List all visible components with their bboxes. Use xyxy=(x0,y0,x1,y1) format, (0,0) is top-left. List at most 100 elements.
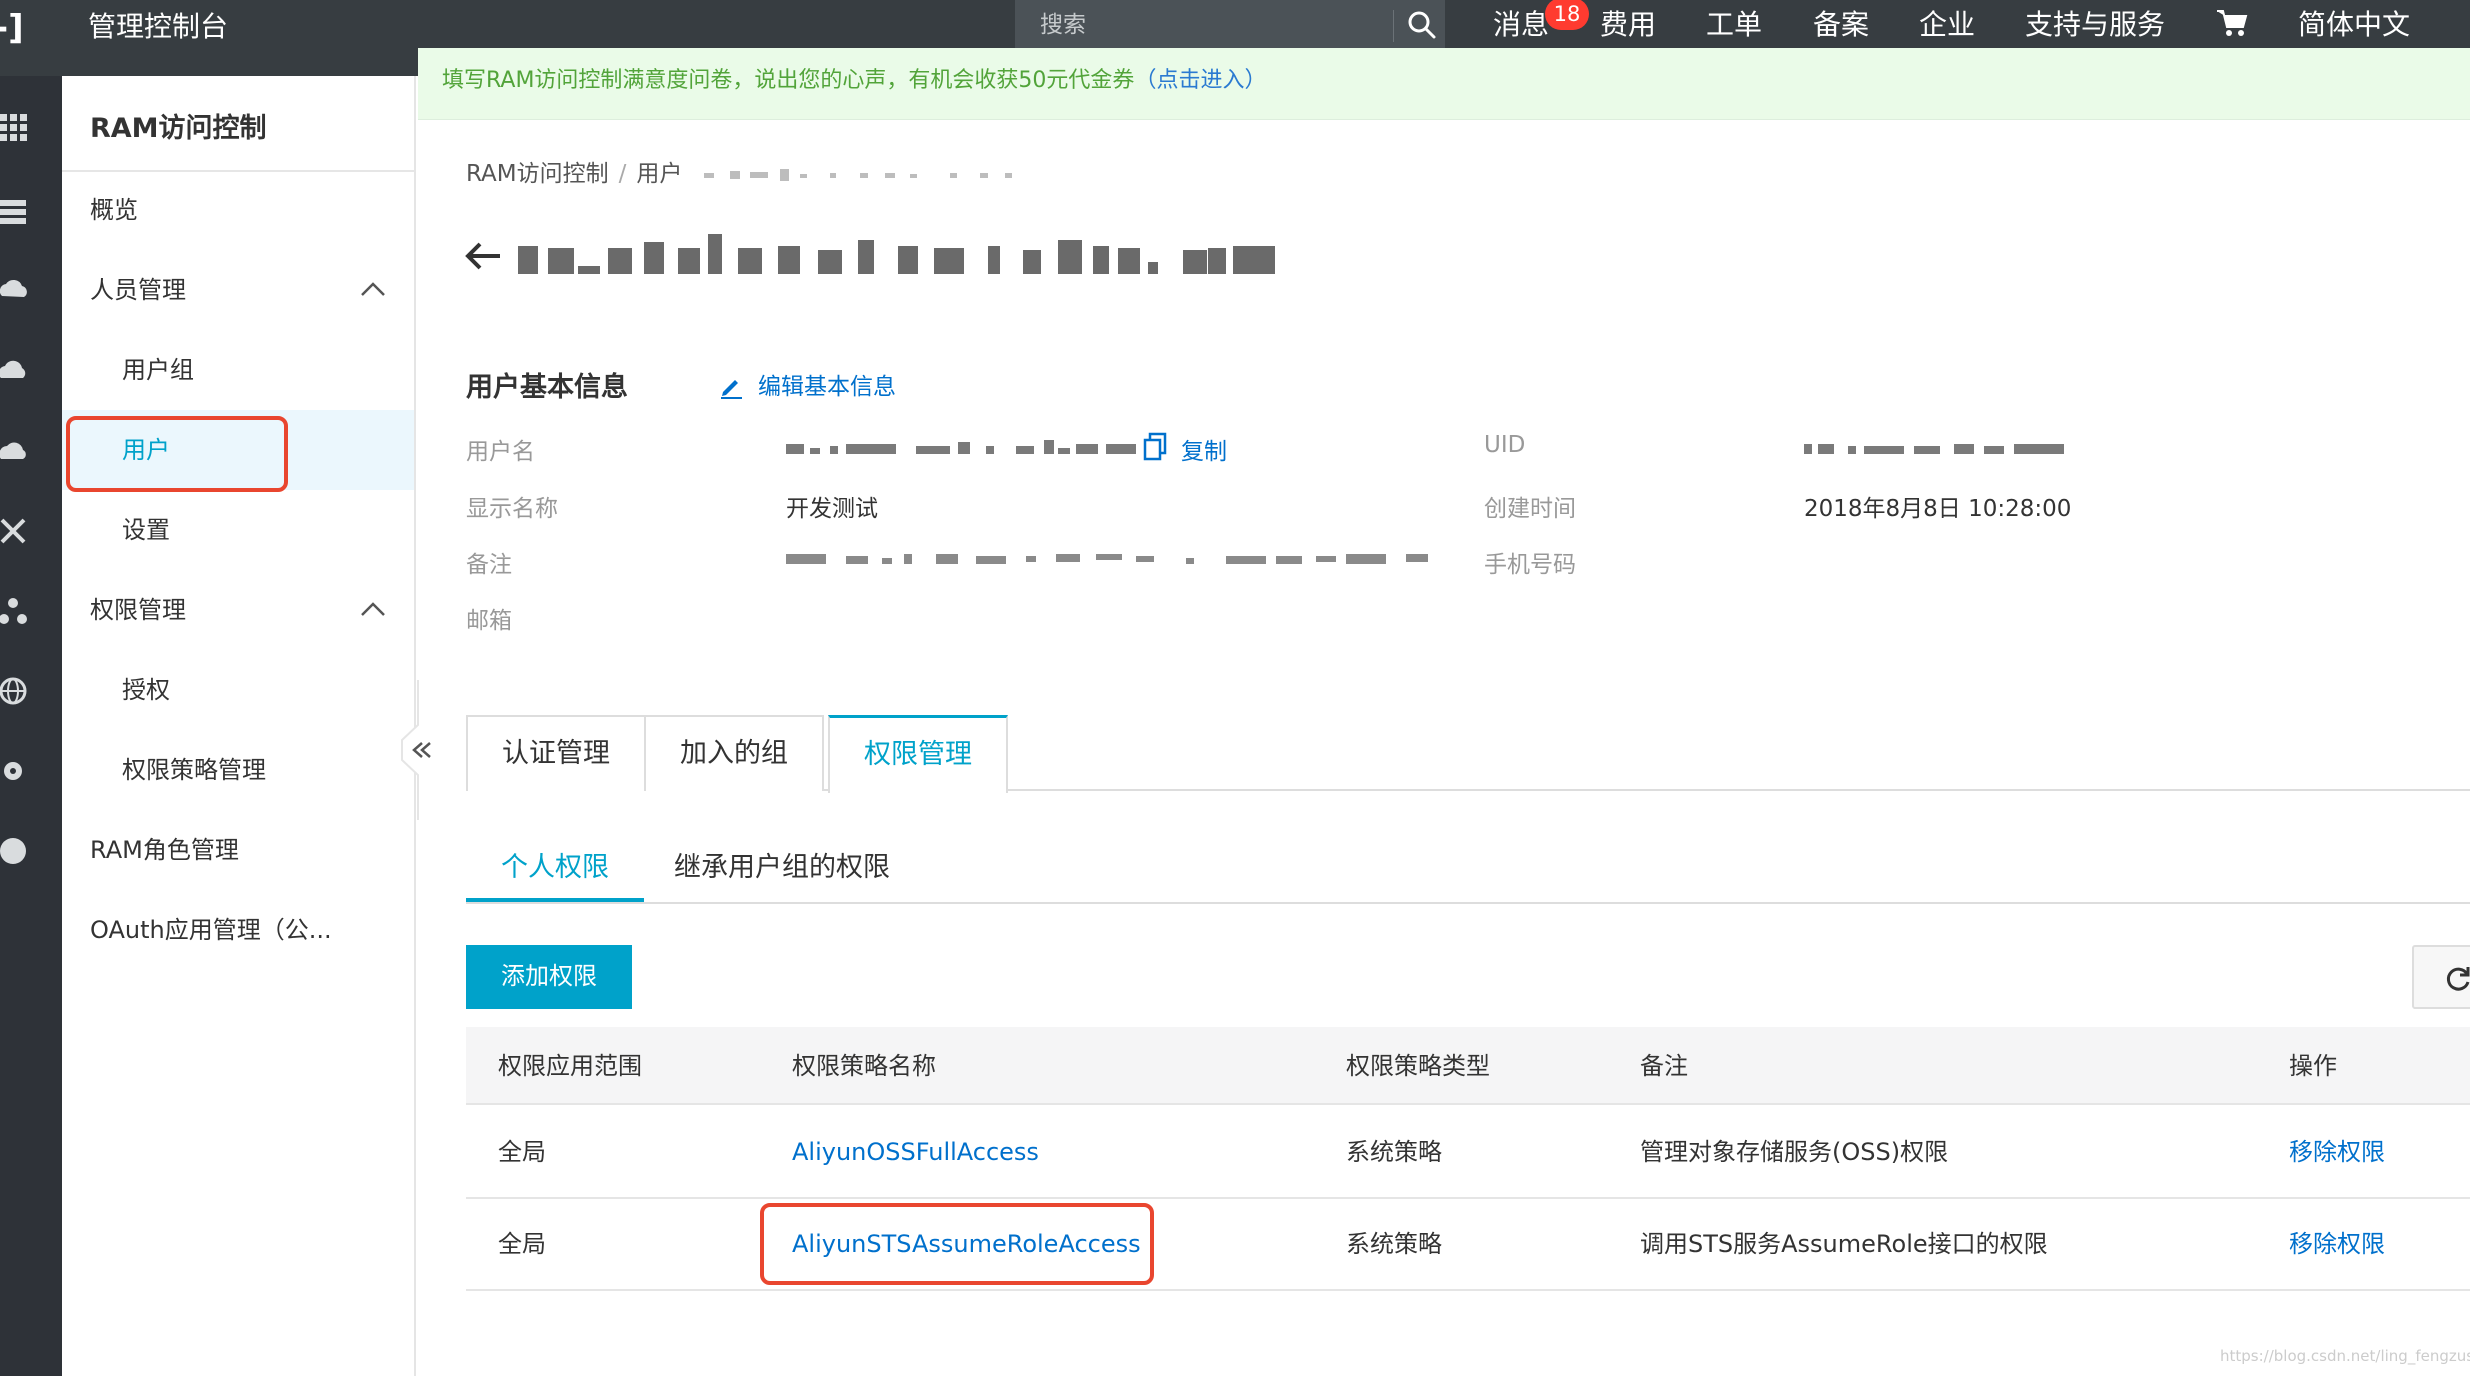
breadcrumb-users[interactable]: 用户 xyxy=(636,161,682,187)
search-box xyxy=(1015,0,1445,50)
email-label: 邮箱 xyxy=(466,608,512,634)
refresh-button[interactable] xyxy=(2412,945,2470,1009)
nav-billing[interactable]: 费用 xyxy=(1600,6,1656,44)
list-icon[interactable] xyxy=(0,194,30,228)
message-count-badge: 18 xyxy=(1545,0,1589,30)
nav-language[interactable]: 简体中文 xyxy=(2298,6,2410,44)
redacted-username xyxy=(786,440,1136,454)
sidebar-item-label: 人员管理 xyxy=(90,276,186,304)
sidebar-item-ram-roles[interactable]: RAM角色管理 xyxy=(62,810,414,890)
sidebar: RAM访问控制 概览 人员管理 用户组 用户 设置 权限管理 授权 权限策略管理… xyxy=(62,76,416,1376)
col-note: 备注 xyxy=(1640,1052,1688,1080)
edit-label: 编辑基本信息 xyxy=(758,374,896,400)
nav-support[interactable]: 支持与服务 xyxy=(2025,6,2165,44)
sidebar-item-label: 权限策略管理 xyxy=(122,756,266,784)
back-arrow-icon[interactable] xyxy=(462,236,504,276)
cell-note: 管理对象存储服务(OSS)权限 xyxy=(1640,1138,1949,1166)
cell-policy-type: 系统策略 xyxy=(1346,1138,1442,1166)
globe-icon[interactable] xyxy=(0,674,30,708)
subtab-personal-permissions[interactable]: 个人权限 xyxy=(466,838,644,902)
redacted-uid xyxy=(1804,444,2064,454)
sidebar-item-label: OAuth应用管理（公... xyxy=(90,916,332,944)
redacted-note xyxy=(786,554,1428,564)
aliyun-logo[interactable]: -] xyxy=(0,10,34,46)
note-label: 备注 xyxy=(466,552,512,578)
nav-messages[interactable]: 消息 xyxy=(1493,6,1549,44)
sidebar-item-people-management[interactable]: 人员管理 xyxy=(62,250,414,330)
cell-policy-type: 系统策略 xyxy=(1346,1230,1442,1258)
tab-permissions[interactable]: 权限管理 xyxy=(828,715,1008,793)
username-label: 用户名 xyxy=(466,439,535,465)
cell-note: 调用STS服务AssumeRole接口的权限 xyxy=(1640,1230,2048,1258)
created-time-label: 创建时间 xyxy=(1484,496,1576,522)
chevron-up-icon xyxy=(361,282,385,296)
remove-permission-link[interactable]: 移除权限 xyxy=(2289,1199,2385,1289)
table-row: 全局 AliyunOSSFullAccess 系统策略 管理对象存储服务(OSS… xyxy=(466,1107,2470,1199)
sidebar-item-label: 授权 xyxy=(122,676,170,704)
display-name-value: 开发测试 xyxy=(786,496,878,522)
cart-icon[interactable] xyxy=(2215,8,2249,38)
created-time-value: 2018年8月8日 10:28:00 xyxy=(1804,496,2072,522)
sidebar-item-label: 权限管理 xyxy=(90,596,186,624)
tab-joined-groups[interactable]: 加入的组 xyxy=(644,715,824,791)
double-chevron-left-icon[interactable] xyxy=(398,680,438,820)
nodes-icon[interactable] xyxy=(0,594,30,628)
refresh-icon xyxy=(2446,967,2470,991)
sidebar-item-overview[interactable]: 概览 xyxy=(62,170,414,250)
banner-message: 填写RAM访问控制满意度问卷，说出您的心声，有机会收获50元代金券 xyxy=(442,68,1135,93)
remove-permission-link[interactable]: 移除权限 xyxy=(2289,1107,2385,1197)
phone-label: 手机号码 xyxy=(1484,552,1576,578)
col-policy-name: 权限策略名称 xyxy=(792,1052,936,1080)
cloud-server-icon[interactable] xyxy=(0,274,30,308)
col-actions: 操作 xyxy=(2289,1052,2337,1080)
cell-scope: 全局 xyxy=(498,1230,546,1258)
grid-icon[interactable] xyxy=(0,110,30,144)
col-policy-type: 权限策略类型 xyxy=(1346,1052,1490,1080)
sidebar-item-grants[interactable]: 授权 xyxy=(62,650,414,730)
breadcrumb-ram[interactable]: RAM访问控制 xyxy=(466,161,609,187)
edit-icon xyxy=(721,380,742,399)
settings-icon[interactable] xyxy=(0,754,30,788)
subtab-inherited-permissions[interactable]: 继承用户组的权限 xyxy=(662,838,902,902)
banner-text: 填写RAM访问控制满意度问卷，说出您的心声，有机会收获50元代金券（点击进入） xyxy=(442,68,1266,94)
permission-subtabs: 个人权限 继承用户组的权限 xyxy=(466,838,2470,904)
sidebar-item-oauth-apps[interactable]: OAuth应用管理（公... xyxy=(62,890,414,970)
nav-enterprise[interactable]: 企业 xyxy=(1919,6,1975,44)
search-icon[interactable] xyxy=(1405,8,1439,42)
copy-label: 复制 xyxy=(1181,439,1227,465)
sidebar-item-permission-management[interactable]: 权限管理 xyxy=(62,570,414,650)
network-icon[interactable] xyxy=(0,514,30,548)
product-icon-bar xyxy=(0,76,62,1376)
console-title[interactable]: 管理控制台 xyxy=(88,8,228,46)
redacted-username-heading xyxy=(518,234,1275,274)
highlight-outline xyxy=(760,1203,1154,1285)
sidebar-title: RAM访问控制 xyxy=(90,113,267,144)
cloud-icon[interactable] xyxy=(0,354,30,388)
highlight-outline xyxy=(66,416,288,492)
nav-icp[interactable]: 备案 xyxy=(1813,6,1869,44)
cell-scope: 全局 xyxy=(498,1138,546,1166)
basic-info-title: 用户基本信息 xyxy=(466,372,628,403)
add-permission-button[interactable]: 添加权限 xyxy=(466,945,632,1009)
survey-banner: 填写RAM访问控制满意度问卷，说出您的心声，有机会收获50元代金券（点击进入） xyxy=(418,48,2470,120)
display-name-label: 显示名称 xyxy=(466,496,558,522)
edit-basic-info-link[interactable]: 编辑基本信息 xyxy=(718,367,896,401)
search-input[interactable] xyxy=(1015,0,1393,50)
copy-username-button[interactable]: 复制 xyxy=(1143,432,1227,466)
tab-authentication[interactable]: 认证管理 xyxy=(466,715,646,791)
table-header: 权限应用范围 权限策略名称 权限策略类型 备注 操作 xyxy=(466,1027,2470,1105)
policy-link-oss[interactable]: AliyunOSSFullAccess xyxy=(792,1107,1039,1197)
sidebar-item-settings[interactable]: 设置 xyxy=(62,490,414,570)
banner-link[interactable]: （点击进入） xyxy=(1134,68,1266,93)
sidebar-item-label: 设置 xyxy=(122,516,170,544)
sidebar-item-user-groups[interactable]: 用户组 xyxy=(62,330,414,410)
breadcrumb: RAM访问控制 / 用户 xyxy=(466,154,1020,188)
circle-icon[interactable] xyxy=(0,834,30,868)
sidebar-item-label: 用户组 xyxy=(122,356,194,384)
cloud-alt-icon[interactable] xyxy=(0,434,30,468)
nav-tickets[interactable]: 工单 xyxy=(1706,6,1762,44)
detail-tabs: 认证管理 加入的组 权限管理 xyxy=(466,715,2470,793)
watermark: https://blog.csdn.net/ling_fengzus xyxy=(2220,1347,2470,1365)
sidebar-item-policy-management[interactable]: 权限策略管理 xyxy=(62,730,414,810)
copy-icon xyxy=(1143,432,1167,461)
